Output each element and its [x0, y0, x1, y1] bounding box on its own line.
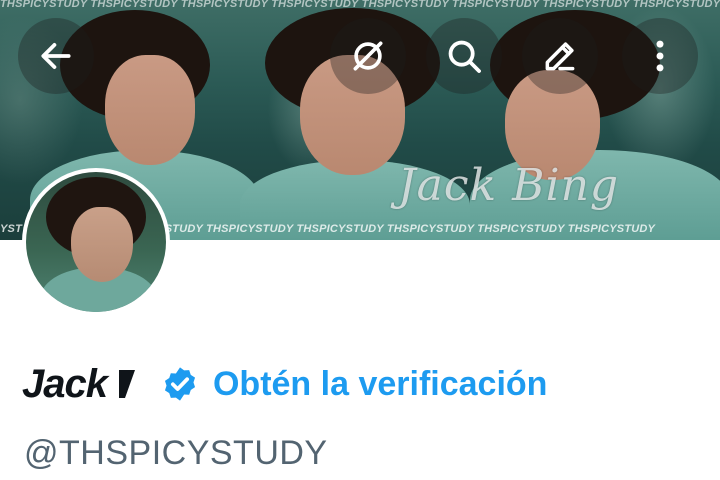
more-vertical-icon	[656, 40, 664, 72]
profile-handle: @THSPICYSTUDY	[24, 434, 328, 472]
profile-avatar[interactable]	[22, 168, 170, 316]
arrow-left-icon	[41, 43, 71, 69]
banner-watermark-top: THSPICYSTUDY THSPICYSTUDY THSPICYSTUDY T…	[0, 0, 720, 10]
search-icon	[448, 40, 481, 73]
banner-signature: Jack Bing	[398, 160, 620, 211]
avatar-photo	[26, 172, 166, 312]
back-button[interactable]	[18, 18, 94, 94]
search-button[interactable]	[426, 18, 502, 94]
get-verified-link[interactable]: Obtén la verificación	[213, 365, 547, 404]
profile-name-row: Jack Obtén la verificación	[22, 356, 547, 412]
display-name: Jack	[22, 361, 108, 406]
name-emblem-icon	[118, 370, 135, 398]
pencil-icon	[545, 42, 575, 71]
more-options-button[interactable]	[622, 18, 698, 94]
edit-button[interactable]	[522, 18, 598, 94]
verified-badge-icon[interactable]	[161, 365, 199, 403]
grok-icon	[353, 41, 383, 71]
grok-button[interactable]	[330, 18, 406, 94]
